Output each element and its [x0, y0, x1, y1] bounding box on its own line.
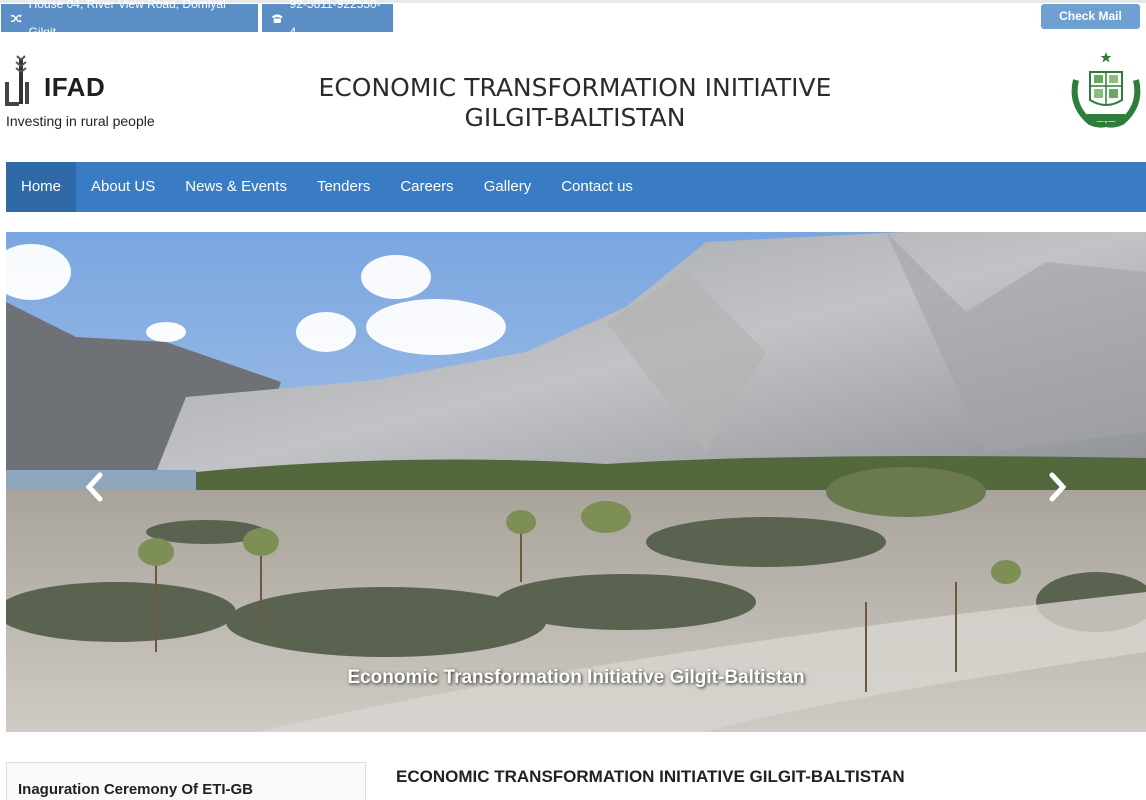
news-panel-title[interactable]: Inaguration Ceremony Of ETI-GB [18, 781, 253, 798]
news-panel: Inaguration Ceremony Of ETI-GB [6, 762, 366, 800]
nav-item-contact-us[interactable]: Contact us [546, 162, 648, 212]
nav-item-tenders[interactable]: Tenders [302, 162, 385, 212]
nav-item-about-us[interactable]: About US [76, 162, 170, 212]
slide-caption: Economic Transformation Initiative Gilgi… [347, 667, 805, 688]
address-text: House 04, River View Road, Domiyal Gilgi… [28, 0, 226, 39]
phone-chip: 92-5811-922550-4 [262, 0, 393, 39]
address-chip: House 04, River View Road, Domiyal Gilgi… [1, 0, 258, 39]
check-mail-button[interactable]: Check Mail [1041, 4, 1140, 29]
shuffle-icon [10, 13, 22, 23]
slide-image [6, 232, 1146, 732]
nav-item-home[interactable]: Home [6, 162, 77, 212]
site-title-line2: GILGIT-BALTISTAN [464, 103, 686, 132]
nav-item-gallery[interactable]: Gallery [469, 162, 547, 212]
ifad-tagline: Investing in rural people [6, 113, 155, 129]
site-title: ECONOMIC TRANSFORMATION INITIATIVE GILGI… [300, 73, 850, 133]
ifad-name: IFAD [44, 72, 106, 102]
ifad-wheat-icon [5, 55, 29, 106]
hero-slider: Economic Transformation Initiative Gilgi… [6, 232, 1146, 732]
main-nav: Home About US News & Events Tenders Care… [6, 162, 1146, 212]
site-title-line1: ECONOMIC TRANSFORMATION INITIATIVE [318, 73, 832, 102]
phone-text: 92-5811-922550-4 [289, 0, 381, 39]
nav-item-news-events[interactable]: News & Events [170, 162, 302, 212]
nav-item-careers[interactable]: Careers [385, 162, 468, 212]
ifad-logo[interactable]: IFAD Investing in rural people [5, 50, 165, 134]
phone-icon [271, 13, 283, 23]
state-emblem-icon [1071, 52, 1141, 128]
slider-next-icon[interactable] [1042, 467, 1072, 507]
slider-prev-icon[interactable] [80, 467, 110, 507]
main-heading: ECONOMIC TRANSFORMATION INITIATIVE GILGI… [396, 767, 905, 786]
